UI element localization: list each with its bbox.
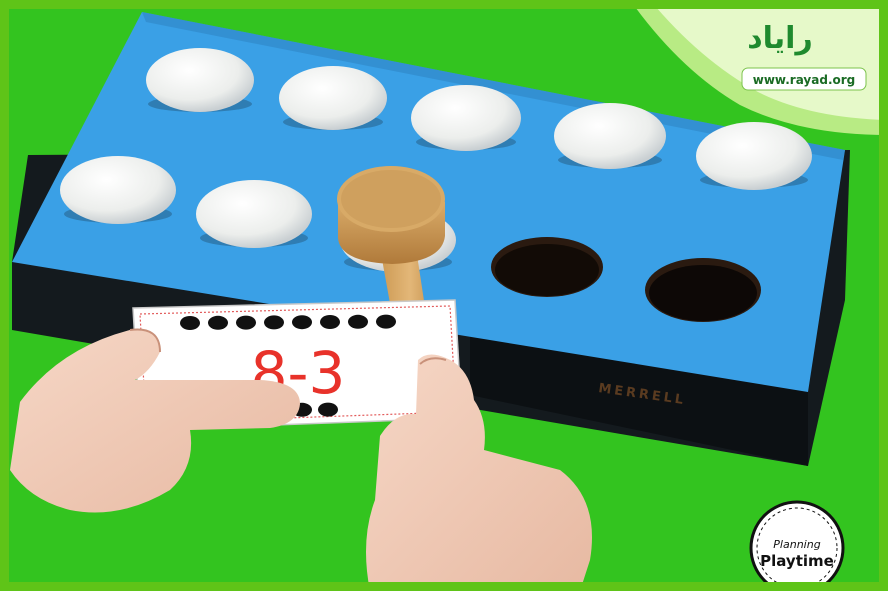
- ping-pong-ball: [554, 103, 666, 169]
- corner-logo: Planning Playtime: [749, 500, 845, 591]
- card-dot: [348, 314, 368, 329]
- ping-pong-ball: [279, 66, 387, 130]
- card-dot: [292, 315, 312, 330]
- ping-pong-ball: [696, 122, 812, 190]
- ping-pong-ball: [196, 180, 312, 248]
- card-dot: [208, 315, 228, 330]
- ping-pong-ball: [146, 48, 254, 112]
- site-url: www.rayad.org: [753, 73, 856, 87]
- card-dot: [320, 315, 340, 329]
- corner-logo-line2: Playtime: [760, 552, 834, 570]
- site-logo-text: رایاد: [747, 21, 812, 56]
- corner-logo-line1: Planning: [773, 538, 820, 551]
- card-dot: [264, 315, 284, 330]
- ping-pong-ball: [60, 156, 176, 224]
- card-dot: [236, 315, 256, 330]
- card-dot: [180, 316, 200, 330]
- photo-scene: MERRELL 8-3 رایاد www.rayad.org Planning…: [0, 0, 888, 591]
- card-dot: [376, 314, 396, 329]
- ping-pong-ball: [411, 85, 521, 151]
- photo-illustration: MERRELL 8-3 رایاد www.rayad.org Planning…: [0, 0, 888, 591]
